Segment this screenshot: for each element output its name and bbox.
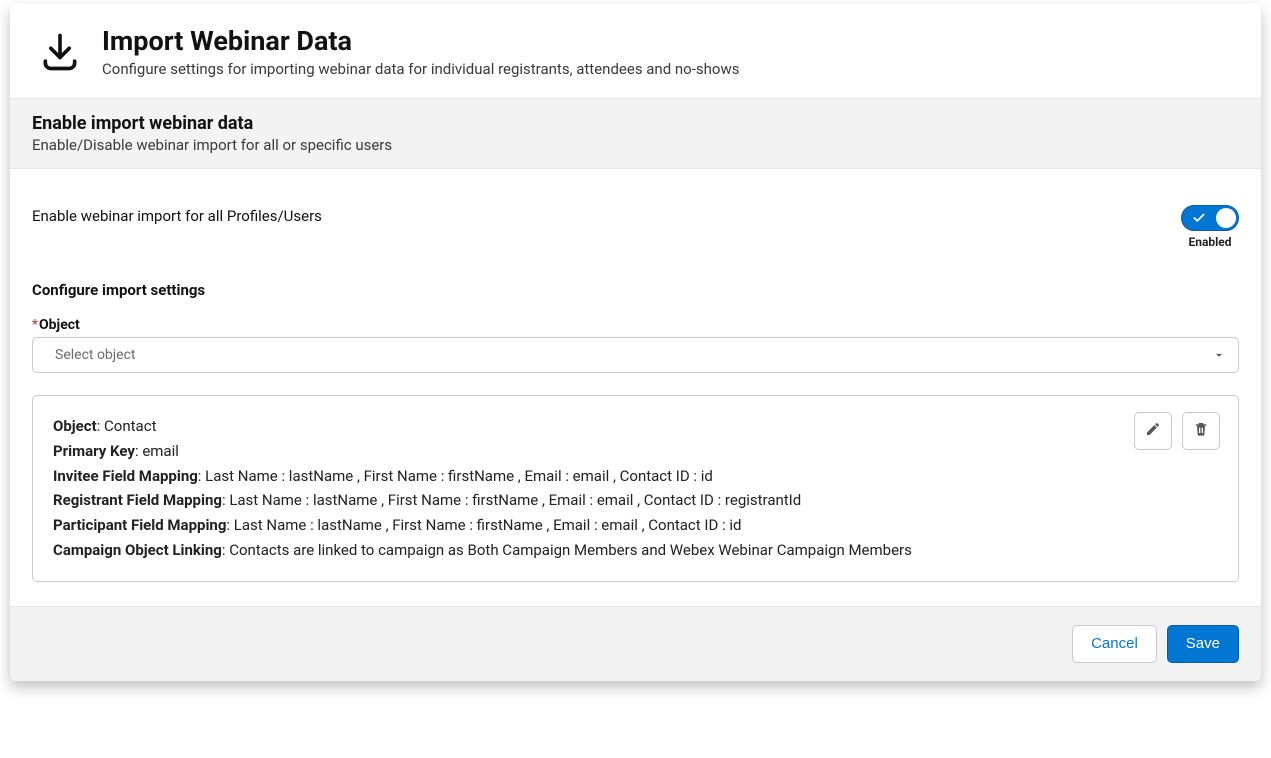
enable-section-header: Enable import webinar data Enable/Disabl… xyxy=(10,98,1261,169)
enable-toggle-label: Enable webinar import for all Profiles/U… xyxy=(32,205,322,225)
section-title: Enable import webinar data xyxy=(32,113,1239,134)
mapping-object-line: Object: Contact xyxy=(53,414,933,439)
delete-button[interactable] xyxy=(1182,412,1220,450)
mapping-registrant-key: Registrant Field Mapping xyxy=(53,491,222,509)
mapping-registrant-line: Registrant Field Mapping: Last Name : la… xyxy=(53,488,933,513)
mapping-registrant-value: Last Name : lastName , First Name : firs… xyxy=(229,491,801,509)
modal-footer: Cancel Save xyxy=(10,606,1261,681)
enable-toggle-wrap: Enabled xyxy=(1181,205,1239,249)
object-field-label: *Object xyxy=(32,317,1239,333)
trash-icon xyxy=(1193,421,1209,441)
card-actions xyxy=(1134,412,1220,450)
chevron-down-icon xyxy=(1212,348,1226,362)
mapping-pk-key: Primary Key xyxy=(53,442,135,460)
mapping-object-key: Object xyxy=(53,417,97,435)
mapping-invitee-line: Invitee Field Mapping: Last Name : lastN… xyxy=(53,464,933,489)
mapping-campaign-value: Contacts are linked to campaign as Both … xyxy=(229,541,912,559)
mapping-participant-key: Participant Field Mapping xyxy=(53,516,226,534)
required-marker: * xyxy=(32,317,38,333)
mapping-pk-line: Primary Key: email xyxy=(53,439,933,464)
modal-header: Import Webinar Data Configure settings f… xyxy=(10,4,1261,98)
cancel-button[interactable]: Cancel xyxy=(1072,625,1157,663)
mapping-campaign-key: Campaign Object Linking xyxy=(53,541,222,559)
mapping-pk-value: email xyxy=(142,442,179,460)
object-label-text: Object xyxy=(39,317,80,333)
mapping-invitee-value: Last Name : lastName , First Name : firs… xyxy=(205,467,713,485)
enable-toggle-row: Enable webinar import for all Profiles/U… xyxy=(32,169,1239,275)
toggle-state-label: Enabled xyxy=(1188,235,1231,249)
modal-body: Enable webinar import for all Profiles/U… xyxy=(10,169,1261,606)
mapping-participant-value: Last Name : lastName , First Name : firs… xyxy=(234,516,742,534)
save-button[interactable]: Save xyxy=(1167,625,1239,663)
enable-toggle[interactable] xyxy=(1181,205,1239,231)
section-desc: Enable/Disable webinar import for all or… xyxy=(32,136,1239,154)
pencil-icon xyxy=(1145,421,1161,441)
toggle-knob xyxy=(1216,208,1236,228)
configure-heading: Configure import settings xyxy=(32,281,1239,299)
object-select-placeholder: Select object xyxy=(55,347,135,363)
mapping-campaign-line: Campaign Object Linking: Contacts are li… xyxy=(53,538,933,563)
download-icon xyxy=(38,30,82,74)
mapping-card: Object: Contact Primary Key: email Invit… xyxy=(32,395,1239,582)
mapping-object-value: Contact xyxy=(104,417,156,435)
page-subtitle: Configure settings for importing webinar… xyxy=(102,59,739,80)
mapping-content: Object: Contact Primary Key: email Invit… xyxy=(53,414,933,563)
check-icon xyxy=(1192,211,1206,225)
page-title: Import Webinar Data xyxy=(102,26,739,57)
mapping-invitee-key: Invitee Field Mapping xyxy=(53,467,198,485)
object-select[interactable]: Select object xyxy=(32,337,1239,373)
edit-button[interactable] xyxy=(1134,412,1172,450)
mapping-participant-line: Participant Field Mapping: Last Name : l… xyxy=(53,513,933,538)
import-webinar-modal: Import Webinar Data Configure settings f… xyxy=(10,4,1261,681)
header-text: Import Webinar Data Configure settings f… xyxy=(102,26,739,80)
